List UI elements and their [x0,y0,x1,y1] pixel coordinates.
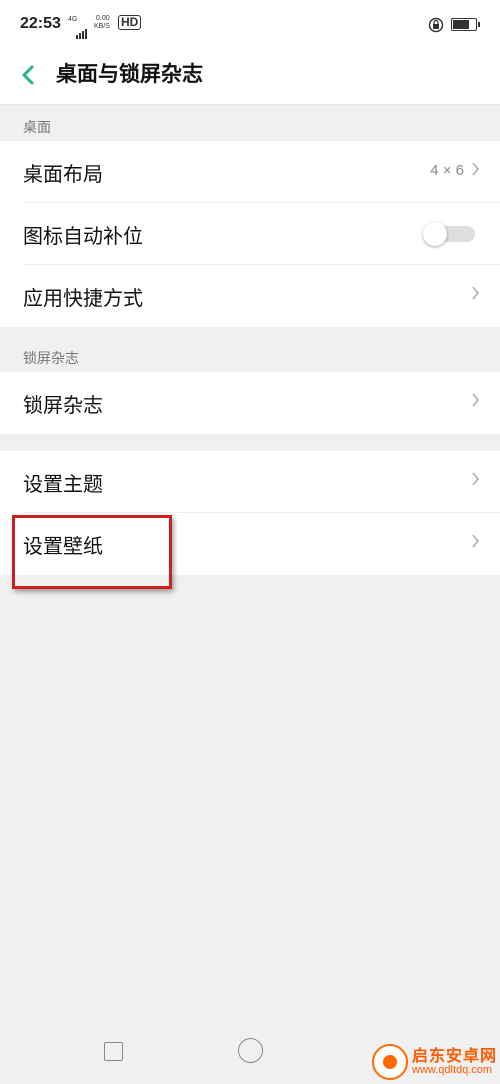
lockscreen-magazine-row[interactable]: 锁屏杂志 [0,372,500,434]
battery-level [453,20,469,29]
chevron-right-icon [472,393,479,407]
home-icon[interactable] [238,1038,263,1063]
site-watermark: 启东安卓网 www.qdltdq.com [372,1040,500,1084]
signal-bars-icon [76,20,88,39]
section-title-lockscreen: 锁屏杂志 [23,351,79,367]
chevron-right-icon [472,472,479,486]
set-theme-row[interactable]: 设置主题 [0,451,500,513]
net-speed-value: 0.00 [96,15,110,22]
status-bar: 22:53 4G 0.00 KB/S HD [0,0,500,50]
app-shortcuts-label: 应用快捷方式 [23,286,143,310]
signal-indicator: 4G 0.00 KB/S [66,14,124,39]
section-header-desktop: 桌面 [0,105,500,141]
section-title-desktop: 桌面 [23,120,51,136]
chevron-right-icon [472,534,479,548]
net-speed-unit: KB/S [94,23,110,30]
icon-auto-fill-label: 图标自动补位 [23,224,143,248]
app-shortcuts-row[interactable]: 应用快捷方式 [0,265,500,327]
desktop-layout-row[interactable]: 桌面布局 4 × 6 [0,141,500,203]
back-arrow-icon[interactable] [14,60,44,90]
icon-auto-fill-toggle[interactable] [423,222,479,246]
desktop-layout-value: 4 × 6 [430,162,464,179]
watermark-logo-icon [372,1044,408,1080]
chevron-right-icon [472,162,479,176]
watermark-name: 启东安卓网 [412,1046,498,1065]
section-header-lockscreen: 锁屏杂志 [0,327,500,372]
hd-badge: HD [118,15,142,30]
status-time: 22:53 [20,15,61,32]
lockscreen-magazine-label: 锁屏杂志 [23,393,103,417]
rotation-lock-icon [428,17,444,33]
watermark-url: www.qdltdq.com [412,1064,493,1076]
page-title: 桌面与锁屏杂志 [56,62,203,86]
set-theme-label: 设置主题 [23,472,103,496]
recent-apps-icon[interactable] [104,1042,123,1061]
toggle-knob [423,222,447,246]
icon-auto-fill-row: 图标自动补位 [0,203,500,265]
app-header: 桌面与锁屏杂志 [0,50,500,105]
chevron-right-icon [472,286,479,300]
battery-icon [451,18,480,31]
highlight-annotation-box [12,515,172,589]
desktop-layout-label: 桌面布局 [23,162,103,186]
